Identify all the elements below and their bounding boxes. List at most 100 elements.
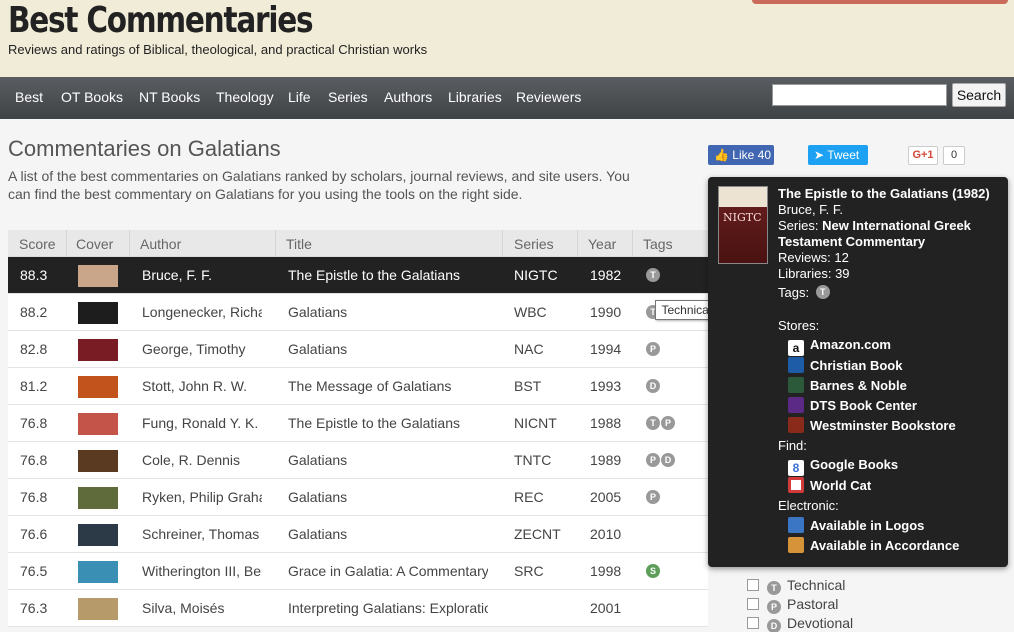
nav-item-authors[interactable]: Authors (384, 89, 432, 105)
search-button[interactable]: Search (952, 83, 1006, 107)
filter-checkbox[interactable] (747, 617, 759, 629)
cell-title[interactable]: Galatians (288, 452, 488, 468)
filter-pastoral[interactable]: P Pastoral (747, 596, 838, 614)
cell-title[interactable]: Galatians (288, 304, 488, 320)
filter-devotional[interactable]: D Devotional (747, 615, 853, 632)
table-row[interactable]: 88.2 Longenecker, Richard Galatians WBC 1990… (8, 294, 708, 331)
filter-checkbox[interactable] (747, 598, 759, 610)
search-input[interactable] (772, 84, 947, 106)
cell-score: 76.6 (20, 526, 48, 542)
cell-title[interactable]: Galatians (288, 341, 488, 357)
cell-title[interactable]: The Epistle to the Galatians (288, 267, 488, 283)
filter-checkbox[interactable] (747, 579, 759, 591)
tag-technical-badge[interactable]: T (815, 285, 830, 299)
cell-title[interactable]: The Epistle to the Galatians (288, 415, 488, 431)
book-cover-thumbnail[interactable] (78, 413, 118, 435)
cell-title[interactable]: Galatians (288, 526, 488, 542)
table-row[interactable]: 76.3 Silva, Moisés Interpreting Galatians:… (8, 590, 708, 627)
store-link-westminster[interactable]: Westminster Bookstore (788, 417, 956, 434)
nav-item-best[interactable]: Best (15, 89, 43, 105)
cell-title[interactable]: The Message of Galatians (288, 378, 488, 394)
tag-badge[interactable]: P (646, 342, 660, 356)
header-series[interactable]: Series (514, 236, 554, 252)
book-cover-thumbnail[interactable] (78, 450, 118, 472)
store-link-amazon[interactable]: a Amazon.com (788, 337, 891, 356)
cell-score: 76.8 (20, 489, 48, 505)
tag-badge[interactable]: T (646, 416, 660, 430)
table-row[interactable]: 81.2 Stott, John R. W. The Message of Gala… (8, 368, 708, 405)
cell-author[interactable]: Schreiner, Thomas R. (142, 526, 262, 542)
cell-author[interactable]: Ryken, Philip Graham (142, 489, 262, 505)
table-row[interactable]: 76.5 Witherington III, Ben Grace in Galati… (8, 553, 708, 590)
find-link-worldcat[interactable]: World Cat (788, 477, 871, 494)
store-link-christianbook[interactable]: Christian Book (788, 357, 902, 374)
tag-badge[interactable]: P (646, 453, 660, 467)
nav-item-libraries[interactable]: Libraries (448, 89, 502, 105)
cell-author[interactable]: Witherington III, Ben (142, 563, 262, 579)
cell-author[interactable]: Longenecker, Richard (142, 304, 262, 320)
nav-item-life[interactable]: Life (288, 89, 311, 105)
book-cover-thumbnail[interactable] (78, 524, 118, 546)
header-year[interactable]: Year (588, 236, 616, 252)
popup-author[interactable]: Bruce, F. F. (778, 202, 843, 217)
cell-author[interactable]: Cole, R. Dennis (142, 452, 262, 468)
cell-title[interactable]: Galatians (288, 489, 488, 505)
google-plus-button[interactable]: G+1 (908, 146, 938, 165)
header-tags: Tags (643, 236, 673, 252)
book-cover-thumbnail[interactable] (78, 265, 118, 287)
amazon-icon: a (788, 340, 804, 356)
store-link-barnes-noble[interactable]: Barnes & Noble (788, 377, 907, 394)
cell-title[interactable]: Grace in Galatia: A Commentary on (288, 563, 488, 579)
book-cover-thumbnail[interactable] (78, 302, 118, 324)
table-row[interactable]: 76.8 Fung, Ronald Y. K. The Epistle to the… (8, 405, 708, 442)
popup-series-label: Series: (778, 218, 819, 233)
cell-year: 1998 (590, 563, 622, 579)
nav-item-ot-books[interactable]: OT Books (61, 89, 123, 105)
store-link-dts[interactable]: DTS Book Center (788, 397, 917, 414)
tag-badge[interactable]: D (646, 379, 660, 393)
table-row[interactable]: 82.8 George, Timothy Galatians NAC 1994 P (8, 331, 708, 368)
book-cover-thumbnail[interactable] (78, 561, 118, 583)
electronic-link-logos[interactable]: Available in Logos (788, 517, 924, 534)
facebook-like-button[interactable]: 👍 Like 40 (708, 145, 774, 165)
tag-badge[interactable]: P (646, 490, 660, 504)
popup-series-name-cont[interactable]: Testament Commentary (778, 234, 925, 249)
find-link-google-books[interactable]: 8 Google Books (788, 457, 898, 476)
cell-title[interactable]: Interpreting Galatians: Explorations (288, 600, 488, 616)
tag-badge[interactable]: D (661, 453, 675, 467)
filter-label: Devotional (787, 615, 854, 631)
tag-badge[interactable]: S (646, 564, 660, 578)
table-row[interactable]: 76.8 Ryken, Philip Graham Galatians REC 2005… (8, 479, 708, 516)
tag-badge[interactable]: P (661, 416, 675, 430)
header-author[interactable]: Author (140, 236, 181, 252)
cell-author[interactable]: George, Timothy (142, 341, 262, 357)
book-cover-thumbnail[interactable] (78, 376, 118, 398)
cell-series: ZECNT (514, 526, 561, 542)
table-row[interactable]: 76.8 Cole, R. Dennis Galatians TNTC 1989 P D (8, 442, 708, 479)
site-logo[interactable]: Best Commentaries (8, 0, 314, 41)
table-header: Score Cover Author Title Series Year Tag… (8, 230, 708, 257)
header-score[interactable]: Score (19, 236, 56, 252)
nav-item-nt-books[interactable]: NT Books (139, 89, 200, 105)
cell-author[interactable]: Bruce, F. F. (142, 267, 262, 283)
book-cover-thumbnail[interactable] (78, 339, 118, 361)
book-cover-thumbnail[interactable] (78, 487, 118, 509)
cell-author[interactable]: Stott, John R. W. (142, 378, 262, 394)
cell-score: 81.2 (20, 378, 48, 394)
nav-item-series[interactable]: Series (328, 89, 368, 105)
filter-technical[interactable]: T Technical (747, 577, 845, 595)
cell-author[interactable]: Fung, Ronald Y. K. (142, 415, 262, 431)
book-cover-thumbnail[interactable] (78, 598, 118, 620)
tweet-button[interactable]: ➤ Tweet (808, 145, 868, 165)
cell-author[interactable]: Silva, Moisés (142, 600, 262, 616)
tag-badge[interactable]: T (646, 268, 660, 282)
nav-item-reviewers[interactable]: Reviewers (516, 89, 581, 105)
table-row[interactable]: 88.3 Bruce, F. F. The Epistle to the Galat… (8, 257, 708, 294)
electronic-link-accordance[interactable]: Available in Accordance (788, 537, 959, 554)
nav-item-theology[interactable]: Theology (216, 89, 274, 105)
header-title[interactable]: Title (286, 236, 312, 252)
popup-series-name[interactable]: New International Greek (822, 218, 971, 233)
table-row[interactable]: 76.6 Schreiner, Thomas R. Galatians ZECNT 20… (8, 516, 708, 553)
stores-label: Stores: (778, 318, 820, 333)
cover-series-mark: NIGTC (723, 211, 762, 224)
